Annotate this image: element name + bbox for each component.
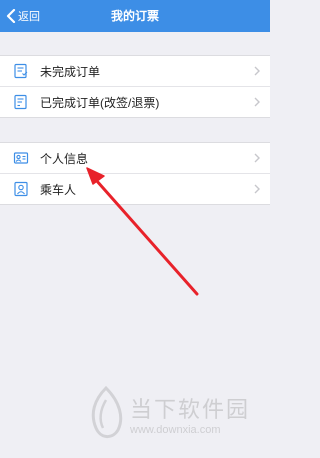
watermark-text: 当下软件园 <box>130 397 251 422</box>
menu-item-label: 已完成订单(改签/退票) <box>40 95 160 110</box>
page-title: 我的订票 <box>110 9 159 23</box>
menu-item-label: 未完成订单 <box>40 64 101 79</box>
menu-item-personal-info[interactable]: 个人信息 <box>0 143 270 173</box>
personal-info-icon <box>13 150 29 166</box>
watermark-logo-icon <box>91 386 123 438</box>
chevron-right-icon <box>254 153 260 163</box>
chevron-right-icon <box>254 184 260 194</box>
watermark-url: www.downxia.com <box>130 424 221 436</box>
menu-item-completed-orders[interactable]: 已完成订单(改签/退票) <box>0 86 270 117</box>
account-group: 个人信息 乘车人 <box>0 142 270 205</box>
chevron-right-icon <box>254 66 260 76</box>
completed-order-icon <box>13 94 29 110</box>
pending-order-icon <box>13 63 29 79</box>
nav-bar: 返回 我的订票 <box>0 0 270 32</box>
passenger-icon <box>13 181 29 197</box>
menu-item-label: 乘车人 <box>40 182 77 197</box>
menu-item-label: 个人信息 <box>40 151 89 166</box>
chevron-right-icon <box>254 97 260 107</box>
orders-group: 未完成订单 已完成订单(改签/退票) <box>0 55 270 118</box>
menu-item-pending-orders[interactable]: 未完成订单 <box>0 56 270 86</box>
watermark: 当下软件园 www.downxia.com <box>86 380 270 456</box>
menu-item-passengers[interactable]: 乘车人 <box>0 173 270 204</box>
